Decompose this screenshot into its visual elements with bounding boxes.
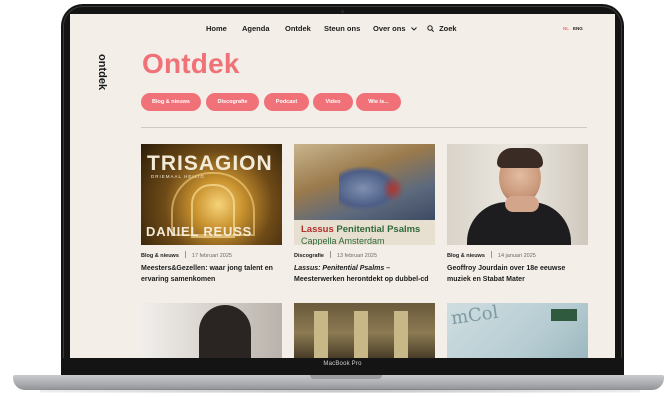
- filter-discografie[interactable]: Discografie: [206, 93, 259, 111]
- nav-ontdek[interactable]: Ontdek: [285, 24, 311, 33]
- card-date: 17 februari 2025: [191, 253, 232, 259]
- card-image-row2-1[interactable]: [141, 303, 282, 358]
- search-icon: [427, 25, 434, 34]
- card-meta: Discografie 13 februari 2025: [294, 251, 377, 259]
- meta-separator: [184, 251, 186, 258]
- card-image-lassus[interactable]: Lassus Penitential Psalms Cappella Amste…: [294, 144, 435, 245]
- meta-separator: [490, 251, 492, 258]
- language-eng[interactable]: ENG: [573, 26, 583, 31]
- card-category[interactable]: Blog & nieuws: [141, 253, 179, 259]
- card-image-row2-3[interactable]: mCol: [447, 303, 588, 358]
- section-vertical-label: ontdek: [96, 54, 108, 91]
- nav-steun-ons[interactable]: Steun ons: [324, 24, 360, 33]
- image-script-text: mCol: [449, 303, 500, 330]
- search-button[interactable]: Zoek: [427, 24, 457, 34]
- website-screen: Home Agenda Ontdek Steun ons Over ons Zo…: [70, 14, 615, 358]
- album-artist: DANIEL REUSS: [146, 224, 253, 239]
- nav-over-ons[interactable]: Over ons: [373, 24, 417, 33]
- portrait-hand: [505, 196, 539, 212]
- filter-wie-is[interactable]: Wie is...: [356, 93, 401, 111]
- card-image-trisagion[interactable]: TRISAGION DRIEMAAL HEILIG DANIEL REUSS: [141, 144, 282, 245]
- nav-home[interactable]: Home: [206, 24, 227, 33]
- filter-podcast[interactable]: Podcast: [264, 93, 309, 111]
- album-composer: Lassus: [301, 224, 337, 235]
- column-shape: [394, 311, 408, 358]
- card-category[interactable]: Blog & nieuws: [447, 253, 485, 259]
- portrait-hair: [497, 148, 543, 168]
- card-date: 14 januari 2025: [497, 253, 536, 259]
- painting-detail: [382, 176, 404, 202]
- column-shape: [354, 311, 368, 358]
- chevron-down-icon: [410, 24, 417, 33]
- main-navigation: Home Agenda Ontdek Steun ons Over ons Zo…: [70, 24, 615, 38]
- base-notch: [310, 375, 382, 379]
- album-work: Penitential Psalms: [336, 224, 421, 235]
- column-shape: [314, 311, 328, 358]
- card-meta: Blog & nieuws 17 februari 2025: [141, 251, 232, 259]
- card-image-row2-2[interactable]: [294, 303, 435, 358]
- album-title: Lassus Penitential Psalms: [301, 224, 420, 235]
- image-green-block: [551, 309, 577, 321]
- filter-blog-nieuws[interactable]: Blog & nieuws: [141, 93, 201, 111]
- album-ensemble: Cappella Amsterdam: [301, 236, 385, 245]
- language-nl[interactable]: NL: [563, 26, 569, 31]
- card-title[interactable]: Meesters&Gezellen: waar jong talent en e…: [141, 263, 282, 285]
- laptop-base: [13, 375, 664, 390]
- card-meta: Blog & nieuws 14 januari 2025: [447, 251, 536, 259]
- filter-video[interactable]: Video: [313, 93, 353, 111]
- card-title[interactable]: Geoffroy Jourdain over 18e eeuwse muziek…: [447, 263, 588, 285]
- base-shadow: [40, 389, 640, 393]
- card-image-portrait[interactable]: [447, 144, 588, 245]
- search-label: Zoek: [439, 24, 457, 33]
- nav-over-ons-label: Over ons: [373, 24, 406, 33]
- device-label: MacBook Pro: [323, 361, 362, 367]
- card-date: 13 februari 2025: [336, 253, 378, 259]
- card-title-italic: Lassus: Penitential Psalms: [294, 265, 385, 272]
- nav-agenda[interactable]: Agenda: [242, 24, 270, 33]
- meta-separator: [329, 251, 331, 258]
- page-title: Ontdek: [142, 48, 240, 79]
- divider: [141, 127, 587, 128]
- laptop-chin: MacBook Pro: [61, 358, 624, 376]
- album-subtitle: DRIEMAAL HEILIG: [151, 174, 205, 179]
- album-title: TRISAGION: [147, 152, 273, 175]
- card-category[interactable]: Discografie: [294, 253, 324, 259]
- camera: [341, 10, 344, 13]
- portrait-hair: [199, 305, 251, 358]
- card-title[interactable]: Lassus: Penitential Psalms – Meesterwerk…: [294, 263, 435, 285]
